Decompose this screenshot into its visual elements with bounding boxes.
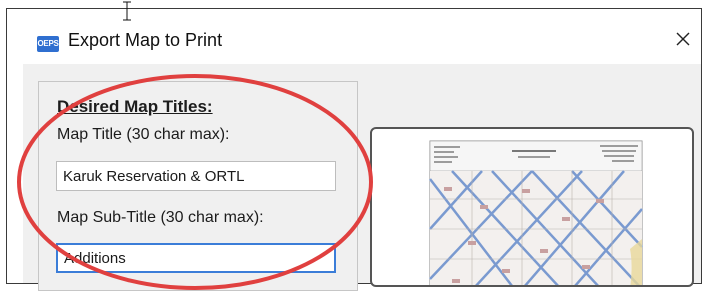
- map-titles-panel: Desired Map Titles: Map Title (30 char m…: [38, 81, 358, 291]
- map-subtitle-label: Map Sub-Title (30 char max):: [57, 209, 264, 226]
- app-icon: OEPS: [37, 36, 59, 52]
- dialog-body: Desired Map Titles: Map Title (30 char m…: [23, 64, 701, 291]
- section-heading: Desired Map Titles:: [57, 97, 213, 116]
- dialog-window: OEPS Export Map to Print Desired Map Tit…: [6, 8, 702, 291]
- map-title-input[interactable]: [56, 161, 336, 191]
- map-preview-image: [429, 140, 643, 285]
- map-title-label: Map Title (30 char max):: [57, 126, 230, 143]
- window-title: Export Map to Print: [68, 30, 223, 50]
- text-cursor-icon: [123, 1, 131, 21]
- title-bar: OEPS Export Map to Print: [7, 9, 701, 64]
- close-icon: [676, 32, 690, 46]
- close-button[interactable]: [668, 24, 698, 54]
- map-preview: [370, 127, 694, 287]
- map-subtitle-input[interactable]: [56, 243, 336, 273]
